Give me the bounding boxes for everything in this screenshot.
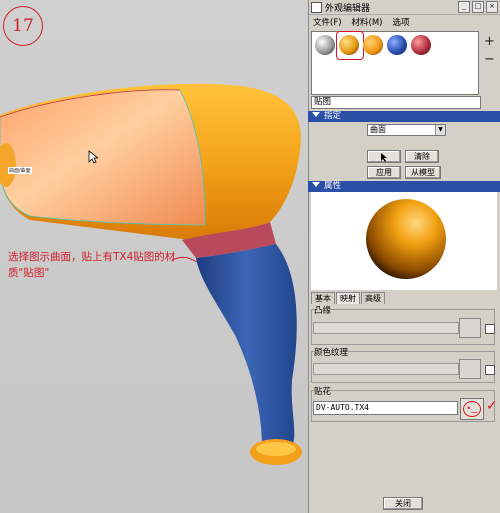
- menu-file[interactable]: 文件(F): [313, 16, 342, 28]
- step-number-badge: 17: [3, 6, 43, 46]
- instruction-text: 选择图示曲面，贴上有TX4贴图的材质"贴图": [8, 251, 176, 279]
- decal-browse-button[interactable]: •‿: [460, 398, 484, 420]
- properties-header-label: 属性: [324, 181, 342, 191]
- appearance-preview: [311, 192, 497, 290]
- pointer-icon: [381, 153, 387, 162]
- tab-advanced[interactable]: 高级: [361, 292, 385, 304]
- clear-button[interactable]: 清除: [405, 150, 439, 163]
- maximize-button[interactable]: □: [472, 1, 484, 13]
- color-texture-slider[interactable]: [313, 363, 459, 375]
- swatch-red[interactable]: [411, 35, 431, 55]
- appearance-palette: [311, 31, 479, 95]
- menu-bar: 文件(F) 材料(M) 选项: [309, 15, 500, 29]
- pointer-icon: [88, 150, 100, 167]
- assign-type-value: 曲面: [370, 125, 386, 134]
- close-window-button[interactable]: ×: [486, 1, 498, 13]
- window-icon: [311, 1, 322, 13]
- decal-label: 贴花: [314, 385, 332, 397]
- bump-slider-thumb[interactable]: [459, 318, 481, 338]
- color-texture-slider-thumb[interactable]: [459, 359, 481, 379]
- decal-file-field[interactable]: DV-AUTO.TX4: [313, 401, 458, 415]
- appearance-name-field[interactable]: 贴图: [311, 96, 481, 109]
- swatch-orange[interactable]: [363, 35, 383, 55]
- properties-section-header[interactable]: 属性: [308, 181, 500, 192]
- tab-mapping[interactable]: 映射: [336, 292, 360, 304]
- menu-material[interactable]: 材料(M): [352, 16, 383, 28]
- decal-stamp-icon: •‿: [463, 401, 481, 417]
- preview-sphere: [366, 199, 446, 279]
- swatch-default[interactable]: [315, 35, 335, 55]
- swatch-decal[interactable]: [339, 35, 359, 55]
- select-pointer-button[interactable]: [367, 150, 401, 163]
- remove-appearance-button[interactable]: −: [484, 52, 495, 67]
- bump-slider[interactable]: [313, 322, 459, 334]
- step-number: 17: [12, 16, 34, 36]
- add-appearance-button[interactable]: +: [484, 34, 495, 49]
- model-viewport[interactable]: 17 曲面/曲面 选择图示曲面，贴上有TX4贴图的材质"贴图": [0, 0, 308, 513]
- bump-checkbox[interactable]: [485, 324, 495, 334]
- from-model-button[interactable]: 从模型: [405, 166, 441, 179]
- title-bar: 外观编辑器 _ □ ×: [309, 0, 500, 15]
- minimize-button[interactable]: _: [458, 1, 470, 13]
- swatch-blue[interactable]: [387, 35, 407, 55]
- assign-type-select[interactable]: 曲面 ▼: [367, 124, 446, 136]
- collapse-triangle-icon: [312, 112, 320, 117]
- color-texture-label: 颜色纹理: [314, 346, 349, 358]
- assign-section-header[interactable]: 指定: [308, 111, 500, 122]
- collapse-triangle-icon: [312, 182, 320, 187]
- apply-button[interactable]: 应用: [367, 166, 401, 179]
- surface-label: 曲面/曲面: [8, 167, 32, 174]
- menu-options[interactable]: 选项: [393, 16, 410, 28]
- property-tabs: 基本 映射 高级: [311, 292, 386, 304]
- assign-header-label: 指定: [324, 111, 342, 121]
- color-texture-checkbox[interactable]: [485, 365, 495, 375]
- close-button[interactable]: 关闭: [383, 497, 423, 510]
- window-title: 外观编辑器: [325, 3, 371, 14]
- chevron-down-icon: ▼: [435, 125, 445, 135]
- tab-basic[interactable]: 基本: [311, 292, 335, 304]
- bump-label: 凸缘: [314, 304, 332, 316]
- checkmark-icon: ✓: [486, 398, 498, 414]
